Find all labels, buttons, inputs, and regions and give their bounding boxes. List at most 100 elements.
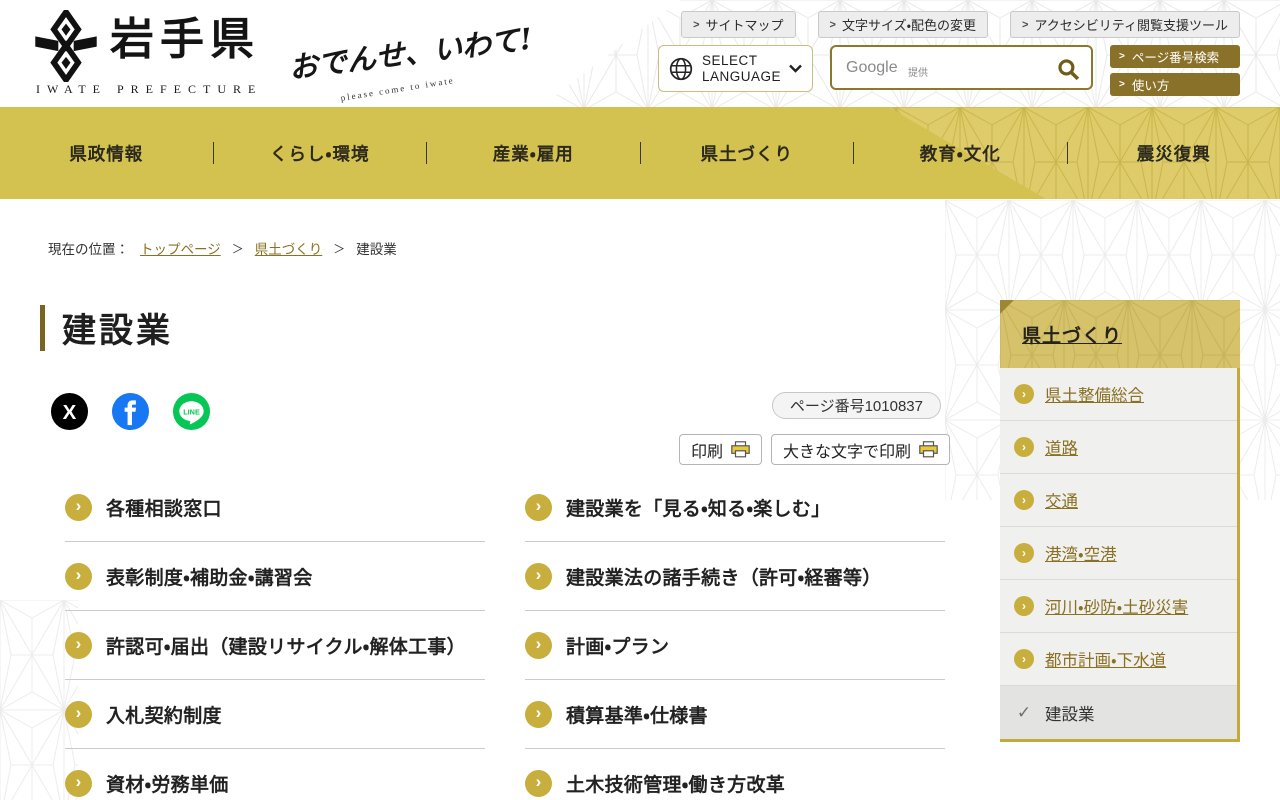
header-quick-links: > サイトマップ > 文字サイズ・配色の変更 > アクセシビリティ閲覧支援ツール [681, 11, 1240, 38]
breadcrumb-link-top[interactable]: トップページ [140, 238, 221, 258]
chevron-circle-icon: › [1014, 596, 1034, 616]
breadcrumb-separator: ＞ [231, 241, 244, 256]
chevron-circle-icon: › [525, 562, 552, 590]
sidebar-item-land-improvement[interactable]: › 県土整備総合 [1000, 368, 1237, 421]
checkmark-icon: ✓ [1016, 702, 1032, 722]
link-civil-engineering-workstyle-reform[interactable]: › 土木技術管理・働き方改革 [525, 749, 945, 800]
printer-icon [731, 441, 750, 458]
print-button[interactable]: 印刷 [678, 434, 762, 465]
chevron-circle-icon: › [525, 769, 552, 797]
chevron-right-icon: > [693, 18, 700, 31]
chevron-circle-icon: › [1014, 384, 1034, 404]
nav-item-prefecture-info[interactable]: 県政情報 [0, 141, 213, 166]
iwate-prefecture-page: 岩手県 IWATE PREFECTURE おでんせ、いわて! please co… [0, 0, 1280, 800]
link-plans[interactable]: › 計画・プラン [525, 611, 945, 680]
breadcrumb-label: 現在の位置： [48, 242, 129, 257]
sidebar-title: 県土づくり [1022, 325, 1123, 347]
nav-item-land-development[interactable]: 県土づくり [641, 141, 854, 166]
select-language-dropdown[interactable]: SELECT LANGUAGE [658, 45, 813, 92]
sidebar-item-urban-planning-sewerage[interactable]: › 都市計画・下水道 [1000, 633, 1237, 686]
logo-title: 岩手県 [110, 15, 260, 64]
quick-link-label: サイトマップ [705, 18, 784, 33]
page-title-block: 建設業 [40, 303, 173, 352]
print-buttons-row: 印刷 大きな文字で印刷 [678, 434, 950, 465]
select-language-label: SELECT LANGUAGE [702, 52, 782, 84]
search-icon[interactable] [1056, 57, 1081, 82]
chevron-circle-icon: › [65, 631, 92, 659]
link-permits-notifications[interactable]: › 許認可・届出（建設リサイクル・解体工事） [65, 611, 485, 680]
x-share-icon[interactable]: X [50, 392, 89, 431]
page-number-badge: ページ番号1010837 [771, 392, 941, 419]
sidebar-item-construction-current: ✓ 建設業 [1000, 686, 1237, 739]
chevron-circle-icon: › [525, 631, 552, 659]
printer-icon [919, 441, 938, 458]
nav-item-industry-employment[interactable]: 産業・雇用 [427, 141, 640, 166]
print-large-text-button[interactable]: 大きな文字で印刷 [770, 434, 950, 465]
chevron-circle-icon: › [525, 493, 552, 521]
chevron-circle-icon: › [65, 493, 92, 521]
tagline: おでんせ、いわて! [287, 21, 535, 86]
page-title: 建設業 [62, 312, 173, 350]
chevron-circle-icon: › [65, 700, 92, 728]
breadcrumb-current: 建設業 [356, 242, 397, 257]
prefecture-logo[interactable]: 岩手県 [34, 10, 260, 82]
nav-item-disaster-reconstruction[interactable]: 震災復興 [1068, 141, 1280, 166]
nav-item-education-culture[interactable]: 教育・文化 [854, 141, 1067, 166]
link-bidding-contract-system[interactable]: › 入札契約制度 [65, 680, 485, 749]
chevron-right-icon: > [1119, 79, 1125, 90]
sidebar-land-development: 県土づくり › 県土整備総合 › 道路 › 交通 › 港湾・空港 › 河川・砂防… [1000, 300, 1240, 742]
chevron-down-icon [789, 64, 802, 73]
iwate-crest-icon [35, 10, 97, 82]
sidebar-item-transportation[interactable]: › 交通 [1000, 474, 1237, 527]
link-awards-subsidies-training[interactable]: › 表彰制度・補助金・講習会 [65, 542, 485, 611]
accessibility-tool-link[interactable]: > アクセシビリティ閲覧支援ツール [1009, 11, 1240, 38]
sidebar-header-link[interactable]: 県土づくり [1000, 300, 1240, 368]
logo-subtitle: IWATE PREFECTURE [36, 82, 263, 96]
chevron-circle-icon: › [1014, 437, 1034, 457]
link-construction-law-procedures[interactable]: › 建設業法の諸手続き（許可・経審等） [525, 542, 945, 611]
title-accent-bar [40, 304, 45, 351]
quick-link-label: 文字サイズ・配色の変更 [841, 18, 976, 33]
svg-text:X: X [63, 401, 77, 424]
search-brand-label: Google [846, 59, 898, 76]
chevron-circle-icon: › [1014, 649, 1034, 669]
chevron-circle-icon: › [65, 562, 92, 590]
breadcrumb-separator: ＞ [333, 241, 346, 256]
chevron-circle-icon: › [525, 700, 552, 728]
link-see-know-enjoy-construction[interactable]: › 建設業を「見る・知る・楽しむ」 [525, 473, 945, 542]
line-share-icon[interactable]: LINE [172, 392, 211, 431]
header-tool-buttons: > ページ番号検索 > 使い方 [1110, 45, 1240, 96]
svg-text:LINE: LINE [183, 407, 200, 416]
chevron-circle-icon: › [1014, 543, 1034, 563]
sitemap-link[interactable]: > サイトマップ [681, 11, 796, 38]
tagline-english: please come to iwate [339, 75, 456, 103]
chevron-right-icon: > [1119, 51, 1125, 62]
header-tools: SELECT LANGUAGE Google 提供 > ページ番号検索 > 使い… [658, 45, 1240, 96]
sidebar-item-roads[interactable]: › 道路 [1000, 421, 1237, 474]
breadcrumb: 現在の位置： トップページ ＞ 県土づくり ＞ 建設業 [48, 238, 397, 258]
link-materials-labor-rates[interactable]: › 資材・労務単価 [65, 749, 485, 800]
sidebar-item-rivers-sabo-landslides[interactable]: › 河川・砂防・土砂災害 [1000, 580, 1237, 633]
chevron-right-icon: > [829, 18, 836, 31]
chevron-circle-icon: › [65, 769, 92, 797]
sidebar-item-ports-airports[interactable]: › 港湾・空港 [1000, 527, 1237, 580]
page-number-search-button[interactable]: > ページ番号検索 [1110, 45, 1240, 68]
font-size-color-link[interactable]: > 文字サイズ・配色の変更 [817, 11, 988, 38]
site-header: 岩手県 IWATE PREFECTURE おでんせ、いわて! please co… [0, 0, 1280, 107]
topic-links-grid: › 各種相談窓口 › 建設業を「見る・知る・楽しむ」 › 表彰制度・補助金・講習… [40, 473, 950, 800]
chevron-right-icon: > [1021, 18, 1029, 31]
link-estimation-standards[interactable]: › 積算基準・仕様書 [525, 680, 945, 749]
nav-item-living-environment[interactable]: くらし・環境 [214, 141, 427, 166]
how-to-use-button[interactable]: > 使い方 [1110, 73, 1240, 96]
breadcrumb-link-land-development[interactable]: 県土づくり [255, 238, 323, 258]
corner-fold-decoration [1000, 300, 1014, 314]
social-share-row: X LINE [50, 392, 211, 431]
quick-link-label: アクセシビリティ閲覧支援ツール [1034, 18, 1228, 33]
chevron-circle-icon: › [1014, 490, 1034, 510]
search-provided-label: 提供 [908, 68, 928, 79]
globe-icon [669, 57, 693, 80]
global-navigation: 県政情報 くらし・環境 産業・雇用 県土づくり 教育・文化 震災復興 [0, 107, 1280, 199]
facebook-share-icon[interactable] [111, 392, 150, 431]
link-consultation-desks[interactable]: › 各種相談窓口 [65, 473, 485, 542]
google-search-input[interactable]: Google 提供 [830, 45, 1093, 90]
